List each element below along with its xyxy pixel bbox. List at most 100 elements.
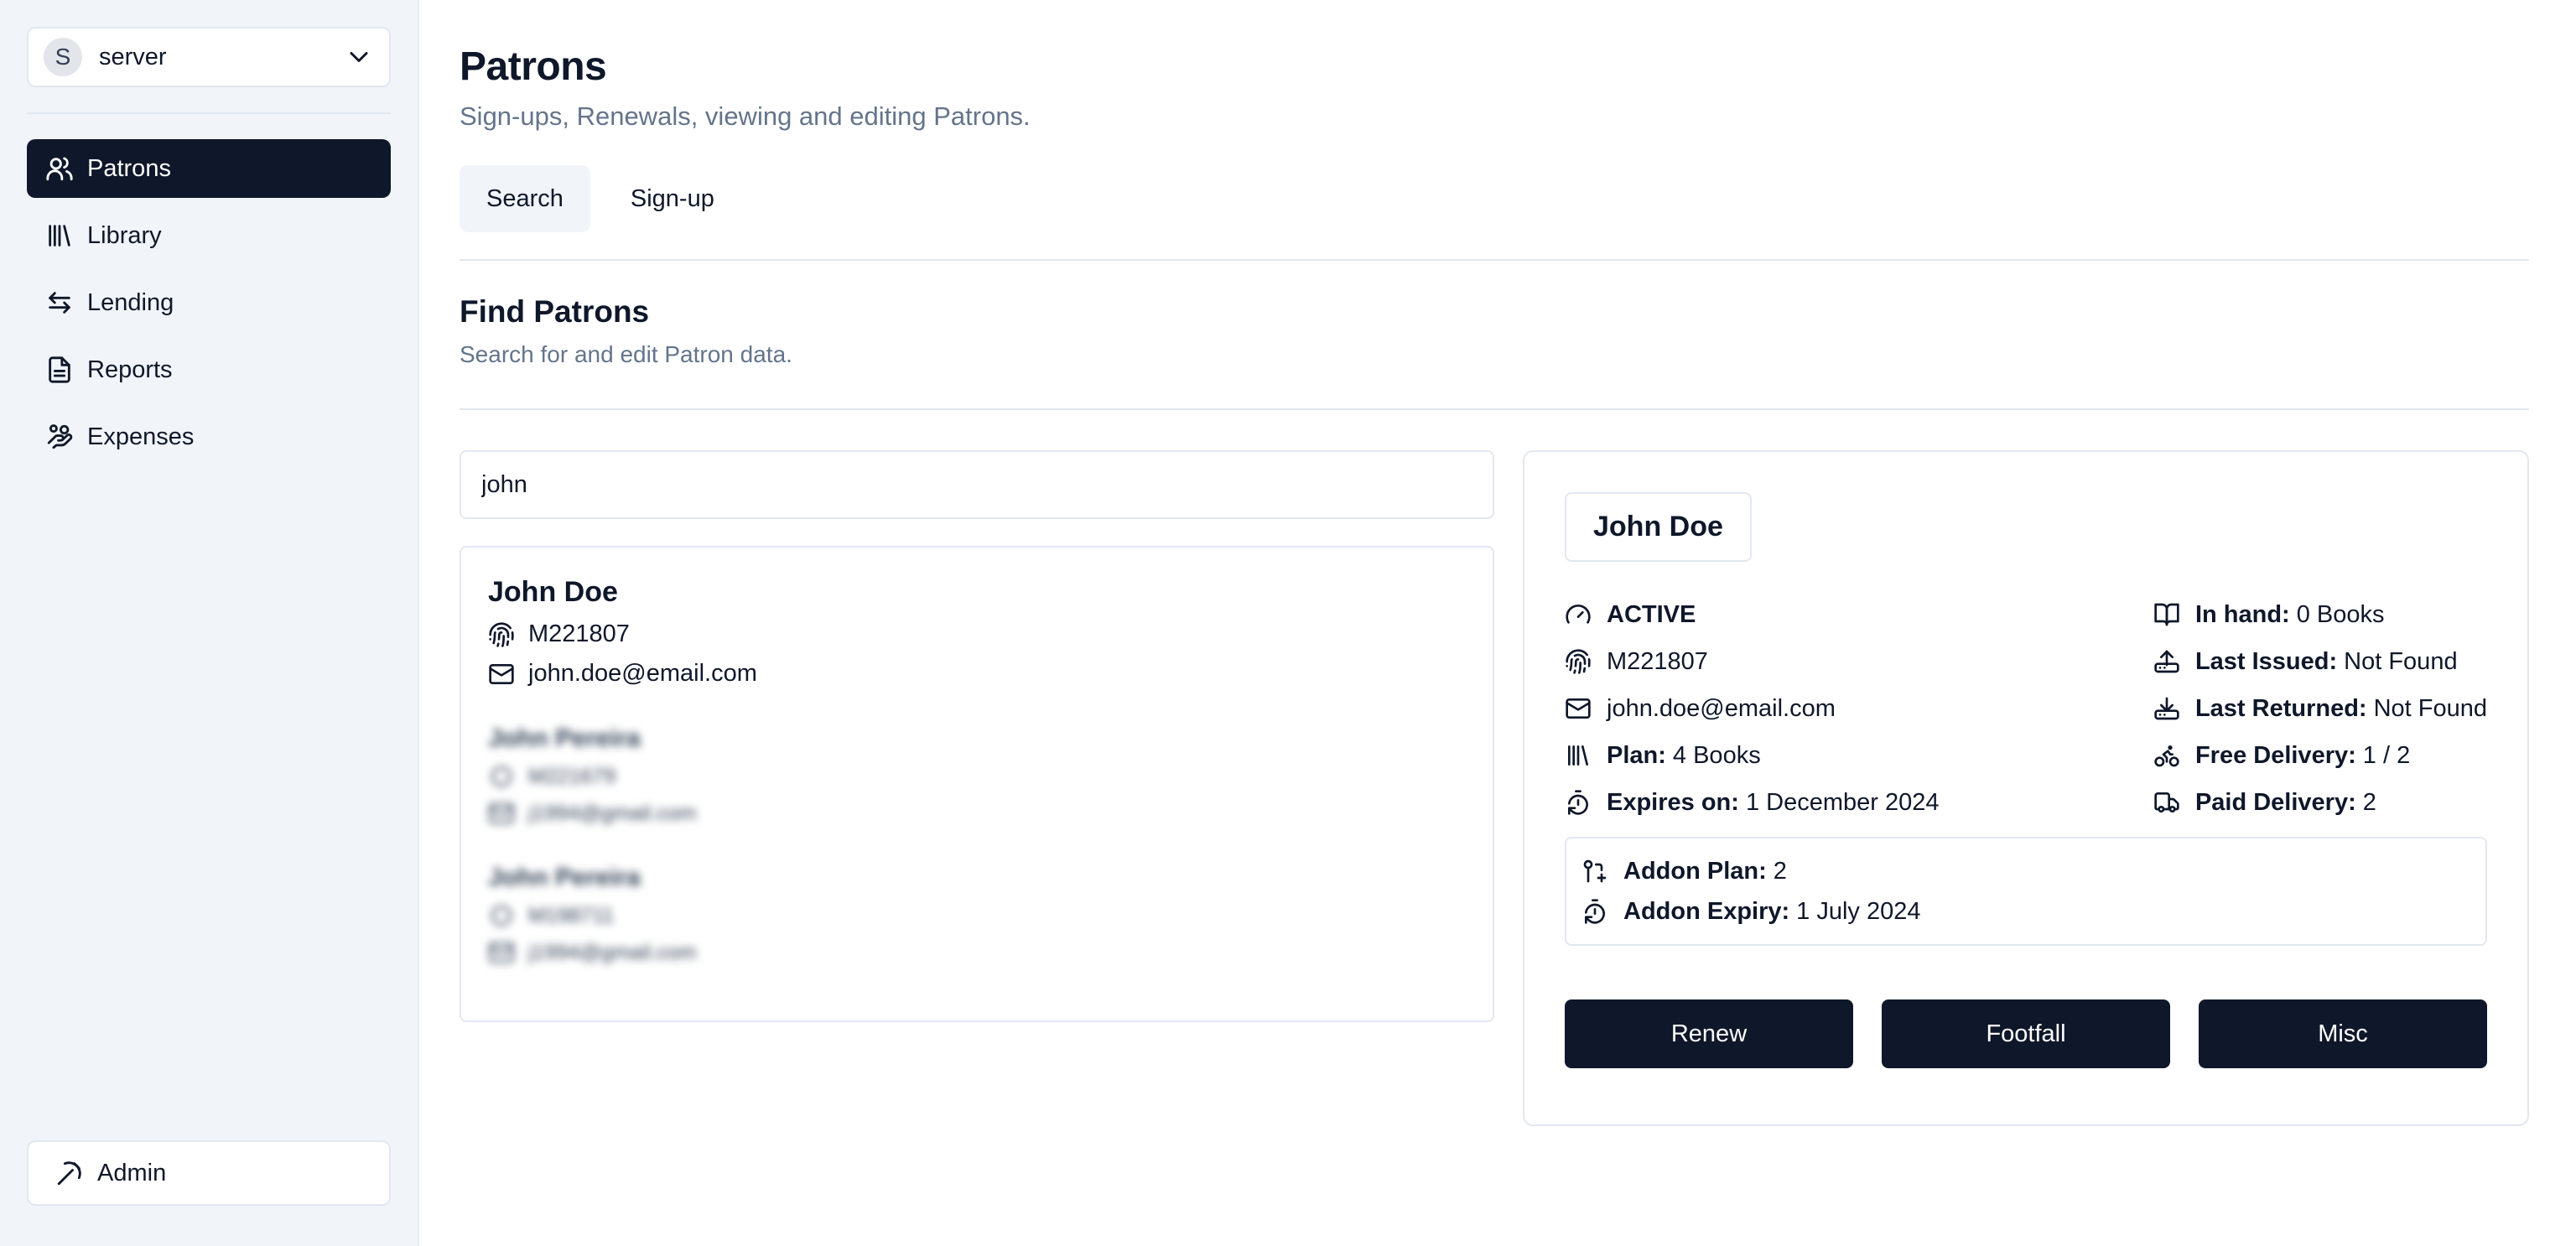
sidebar-item-library[interactable]: Library: [27, 206, 391, 265]
result-id-row: M221807: [488, 620, 1466, 648]
result-id-row: M221679: [488, 763, 1466, 790]
page-subtitle: Sign-ups, Renewals, viewing and editing …: [460, 101, 1031, 131]
patron-id-row: M221807: [1565, 647, 1939, 676]
truck-icon: [2154, 792, 2179, 812]
plan-value: 4 Books: [1672, 741, 1761, 769]
search-input[interactable]: [460, 450, 1494, 519]
result-name: John Pereira: [488, 724, 641, 752]
list-item[interactable]: John Doe M221807 john.doe@email.com: [488, 576, 1466, 688]
paid-delivery-row: Paid Delivery: 2: [2153, 788, 2487, 817]
sidebar-item-label: Lending: [87, 288, 174, 316]
server-avatar: S: [44, 38, 82, 76]
sidebar-item-label: Patrons: [87, 154, 171, 182]
sidebar-item-reports[interactable]: Reports: [27, 340, 391, 399]
list-item[interactable]: John Pereira M221679 j1994@gmail.com: [488, 724, 1466, 827]
patron-info-left: ACTIVE M221807 john.doe@email.com Plan: …: [1565, 600, 1939, 817]
result-email-row: j1994@gmail.com: [488, 800, 1466, 827]
patron-plan-row: Plan: 4 Books: [1565, 741, 1939, 770]
addon-expiry-label: Addon Expiry:: [1623, 897, 1790, 925]
server-name: server: [99, 43, 167, 70]
book-open-icon: [2154, 603, 2179, 626]
patron-name-badge: John Doe: [1565, 492, 1752, 562]
last-returned-label: Last Returned:: [2194, 694, 2367, 722]
mail-icon: [489, 942, 514, 963]
server-switcher[interactable]: S server: [27, 27, 391, 87]
last-issued-row: Last Issued: Not Found: [2153, 647, 2487, 676]
main-content: Patrons Sign-ups, Renewals, viewing and …: [419, 0, 2576, 1246]
patron-expiry-row: Expires on: 1 December 2024: [1565, 788, 1939, 817]
patron-status: ACTIVE: [1607, 600, 1696, 628]
last-issued-label: Last Issued:: [2194, 647, 2338, 675]
timer-reset-icon: [1585, 899, 1605, 924]
section-title: Find Patrons: [460, 294, 650, 329]
expires-label: Expires on:: [1607, 788, 1739, 816]
pickaxe-icon: [57, 1161, 81, 1186]
addon-expiry-value: 1 July 2024: [1796, 897, 1921, 925]
sidebar-item-lending[interactable]: Lending: [27, 273, 391, 332]
addon-expiry-row: Addon Expiry: 1 July 2024: [1581, 897, 2470, 926]
sidebar-item-patrons[interactable]: Patrons: [27, 139, 391, 198]
result-email: j1994@gmail.com: [528, 801, 697, 825]
tab-search[interactable]: Search: [460, 165, 590, 232]
chevron-down-icon: [350, 52, 368, 62]
download-tray-icon: [2154, 697, 2179, 720]
sidebar-item-label: Reports: [87, 356, 173, 383]
mail-icon: [1566, 698, 1591, 719]
section-subtitle: Search for and edit Patron data.: [460, 341, 792, 367]
in-hand-label: In hand:: [2194, 600, 2290, 628]
library-icon: [1568, 745, 1588, 766]
app-root: S server Patrons Library Lending Reports…: [0, 0, 2576, 1246]
tab-sign-up[interactable]: Sign-up: [604, 165, 741, 232]
users-icon: [45, 154, 74, 183]
expires-value: 1 December 2024: [1745, 788, 1940, 816]
footfall-button[interactable]: Footfall: [1882, 999, 2170, 1068]
result-email-row: j1994@gmail.com: [488, 939, 1466, 966]
content-panels: John Doe M221807 john.doe@email.com John…: [460, 450, 2529, 1126]
patron-email-row: john.doe@email.com: [1565, 694, 1939, 723]
paid-delivery-value: 2: [2362, 788, 2376, 816]
page-title: Patrons: [460, 44, 607, 89]
result-email: john.doe@email.com: [528, 660, 757, 687]
addon-plan-label: Addon Plan:: [1623, 857, 1767, 885]
sidebar: S server Patrons Library Lending Reports…: [0, 0, 419, 1246]
patron-status-row: ACTIVE: [1565, 600, 1939, 629]
addon-box: Addon Plan: 2 Addon Expiry: 1 July 2024: [1565, 837, 2487, 946]
free-delivery-label: Free Delivery:: [2194, 741, 2356, 769]
patron-email: john.doe@email.com: [1607, 694, 1836, 722]
addon-plan-value: 2: [1773, 857, 1787, 885]
sidebar-nav: Patrons Library Lending Reports Expenses: [27, 139, 391, 466]
gauge-icon: [1566, 605, 1591, 624]
section-divider: [460, 408, 2529, 410]
timer-reset-icon: [1568, 790, 1588, 815]
sidebar-item-label: Library: [87, 221, 162, 249]
sidebar-item-expenses[interactable]: Expenses: [27, 408, 391, 466]
hand-coins-icon: [45, 423, 74, 451]
git-pull-request-create-icon: [1583, 859, 1607, 883]
renew-button[interactable]: Renew: [1565, 999, 1853, 1068]
admin-label: Admin: [97, 1159, 167, 1186]
sidebar-divider: [27, 112, 391, 114]
patron-info-grid: ACTIVE M221807 john.doe@email.com Plan: …: [1565, 600, 2487, 817]
upload-tray-icon: [2154, 650, 2179, 673]
misc-button[interactable]: Misc: [2199, 999, 2487, 1068]
fingerprint-icon: [1566, 649, 1591, 674]
last-issued-value: Not Found: [2344, 647, 2458, 675]
mail-icon: [489, 663, 514, 684]
sidebar-item-label: Expenses: [87, 423, 195, 450]
plan-label: Plan:: [1607, 741, 1666, 769]
patron-info-right: In hand: 0 Books Last Issued: Not Found …: [2153, 600, 2487, 817]
patron-id: M221807: [1607, 647, 1708, 675]
result-id: M198711: [528, 903, 615, 927]
result-email: j1994@gmail.com: [528, 940, 697, 964]
mail-icon: [489, 803, 514, 823]
tabs-divider: [460, 259, 2529, 261]
free-delivery-value: 1 / 2: [2362, 741, 2411, 769]
in-hand-row: In hand: 0 Books: [2153, 600, 2487, 629]
result-id: M221807: [528, 620, 630, 647]
last-returned-row: Last Returned: Not Found: [2153, 694, 2487, 723]
paid-delivery-label: Paid Delivery:: [2194, 788, 2356, 816]
list-item[interactable]: John Pereira M198711 j1994@gmail.com: [488, 864, 1466, 966]
result-email-row: john.doe@email.com: [488, 660, 1466, 688]
tab-list: Search Sign-up: [460, 165, 2529, 232]
admin-button[interactable]: Admin: [27, 1140, 391, 1206]
